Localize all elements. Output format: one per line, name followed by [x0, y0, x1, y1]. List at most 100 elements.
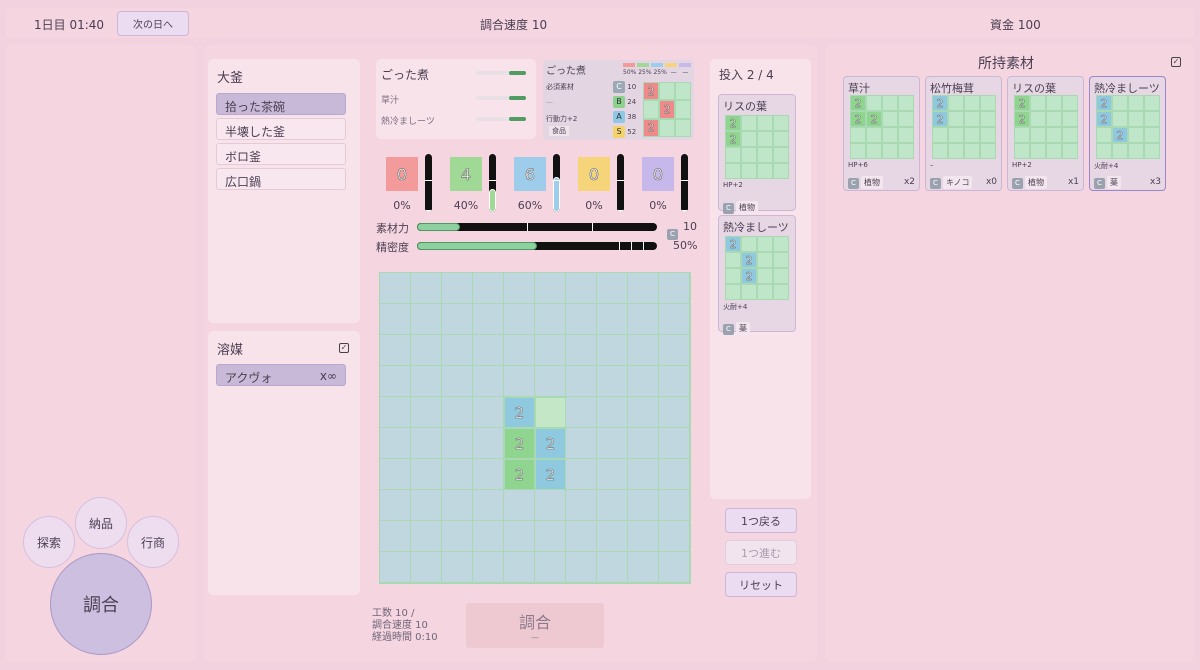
grid-cell[interactable] [380, 366, 411, 397]
grid-cell[interactable] [566, 335, 597, 366]
grid-cell[interactable] [504, 273, 535, 304]
grid-cell[interactable] [442, 366, 473, 397]
grid-cell[interactable] [535, 552, 566, 583]
grid-cell[interactable] [380, 459, 411, 490]
grid-cell[interactable] [411, 304, 442, 335]
solvent-checkbox[interactable]: ✓ [339, 343, 349, 353]
reset-button[interactable]: リセット [725, 572, 797, 597]
grid-cell[interactable] [659, 304, 690, 335]
grid-cell[interactable] [473, 397, 504, 428]
craft-execute-button[interactable]: 調合 — [466, 603, 604, 648]
grid-cell[interactable] [597, 428, 628, 459]
merchant-button[interactable]: 行商 [127, 516, 179, 568]
grid-cell[interactable] [659, 273, 690, 304]
placed-cell[interactable]: 2 [535, 459, 566, 490]
grid-cell[interactable] [628, 490, 659, 521]
grid-cell[interactable] [411, 490, 442, 521]
grid-cell[interactable] [659, 397, 690, 428]
placed-cell[interactable] [535, 397, 566, 428]
grid-cell[interactable] [411, 521, 442, 552]
grid-cell[interactable] [628, 273, 659, 304]
grid-cell[interactable] [473, 366, 504, 397]
grid-cell[interactable] [473, 335, 504, 366]
kettle-item[interactable]: ボロ釜 [216, 143, 346, 165]
grid-cell[interactable] [535, 304, 566, 335]
grid-cell[interactable] [628, 521, 659, 552]
grid-cell[interactable] [380, 397, 411, 428]
grid-cell[interactable] [628, 459, 659, 490]
inventory-card[interactable]: 松竹梅茸 2 2 – C キノコ x0 [925, 76, 1002, 191]
placed-cell[interactable]: 2 [504, 428, 535, 459]
grid-cell[interactable] [566, 459, 597, 490]
grid-cell[interactable] [597, 335, 628, 366]
craft-nav-button[interactable]: 調合 [50, 553, 152, 655]
deliver-button[interactable]: 納品 [75, 497, 127, 549]
grid-cell[interactable] [566, 552, 597, 583]
solvent-item[interactable]: アクヴォ x∞ [216, 364, 346, 386]
grid-cell[interactable] [442, 521, 473, 552]
grid-cell[interactable] [628, 304, 659, 335]
grid-cell[interactable] [597, 366, 628, 397]
grid-cell[interactable] [628, 552, 659, 583]
grid-cell[interactable] [628, 428, 659, 459]
next-day-button[interactable]: 次の日へ [117, 11, 189, 36]
grid-cell[interactable] [473, 552, 504, 583]
grid-cell[interactable] [597, 490, 628, 521]
grid-cell[interactable] [442, 397, 473, 428]
grid-cell[interactable] [535, 490, 566, 521]
grid-cell[interactable] [442, 335, 473, 366]
grid-cell[interactable] [535, 521, 566, 552]
grid-cell[interactable] [535, 366, 566, 397]
grid-cell[interactable] [566, 428, 597, 459]
grid-cell[interactable] [597, 304, 628, 335]
grid-cell[interactable] [442, 490, 473, 521]
grid-cell[interactable] [473, 428, 504, 459]
grid-cell[interactable] [659, 459, 690, 490]
grid-cell[interactable] [504, 521, 535, 552]
grid-cell[interactable] [411, 397, 442, 428]
grid-cell[interactable] [473, 490, 504, 521]
grid-cell[interactable] [411, 552, 442, 583]
grid-cell[interactable] [504, 490, 535, 521]
grid-cell[interactable] [566, 490, 597, 521]
grid-cell[interactable] [504, 335, 535, 366]
grid-cell[interactable] [473, 459, 504, 490]
grid-cell[interactable] [411, 335, 442, 366]
grid-cell[interactable] [473, 273, 504, 304]
grid-cell[interactable] [411, 428, 442, 459]
inventory-card[interactable]: 草汁 2 2 2 HP+6 C 植物 x2 [843, 76, 920, 191]
inventory-card[interactable]: 熱冷ましーツ 2 2 2 火耐+4 C 薬 x3 [1089, 76, 1166, 191]
grid-cell[interactable] [504, 304, 535, 335]
grid-cell[interactable] [380, 335, 411, 366]
grid-cell[interactable] [659, 552, 690, 583]
grid-cell[interactable] [566, 273, 597, 304]
input-card[interactable]: リスの葉 2 2 HP+2 C 植物 [718, 94, 796, 214]
grid-cell[interactable] [628, 397, 659, 428]
grid-cell[interactable] [473, 304, 504, 335]
grid-cell[interactable] [442, 273, 473, 304]
grid-cell[interactable] [380, 552, 411, 583]
grid-cell[interactable] [380, 273, 411, 304]
grid-cell[interactable] [659, 335, 690, 366]
grid-cell[interactable] [442, 459, 473, 490]
grid-cell[interactable] [535, 273, 566, 304]
grid-cell[interactable] [504, 366, 535, 397]
grid-cell[interactable] [659, 490, 690, 521]
craft-grid[interactable]: 22222 [379, 272, 691, 584]
placed-cell[interactable]: 2 [535, 428, 566, 459]
grid-cell[interactable] [628, 335, 659, 366]
grid-cell[interactable] [442, 304, 473, 335]
grid-cell[interactable] [597, 521, 628, 552]
grid-cell[interactable] [597, 273, 628, 304]
grid-cell[interactable] [566, 521, 597, 552]
grid-cell[interactable] [659, 366, 690, 397]
placed-cell[interactable]: 2 [504, 397, 535, 428]
grid-cell[interactable] [380, 428, 411, 459]
grid-cell[interactable] [597, 552, 628, 583]
inventory-card[interactable]: リスの葉 2 2 HP+2 C 植物 x1 [1007, 76, 1084, 191]
grid-cell[interactable] [380, 304, 411, 335]
grid-cell[interactable] [380, 490, 411, 521]
grid-cell[interactable] [411, 273, 442, 304]
grid-cell[interactable] [597, 397, 628, 428]
grid-cell[interactable] [566, 397, 597, 428]
